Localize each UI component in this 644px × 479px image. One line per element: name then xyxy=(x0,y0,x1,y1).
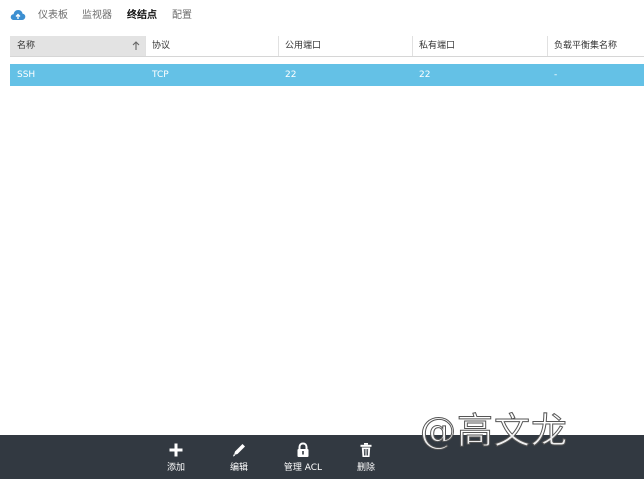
cell-private-port: 22 xyxy=(419,70,431,80)
column-header-private-port[interactable]: 私有端口 xyxy=(412,36,547,56)
endpoints-table-header: 名称 协议 公用端口 私有端口 负载平衡集名称 xyxy=(10,36,644,57)
column-header-load-balanced-set[interactable]: 负载平衡集名称 xyxy=(547,36,644,56)
tab-configure[interactable]: 配置 xyxy=(172,9,192,23)
lock-icon xyxy=(297,442,309,457)
plus-icon xyxy=(169,443,183,457)
delete-button[interactable]: 删除 xyxy=(346,435,386,479)
tab-dashboard[interactable]: 仪表板 xyxy=(38,9,68,23)
manage-acl-button-label: 管理 ACL xyxy=(283,463,323,473)
top-navigation: 仪表板 监视器 终结点 配置 xyxy=(0,0,644,32)
add-button[interactable]: 添加 xyxy=(156,435,196,479)
edit-button-label: 编辑 xyxy=(229,463,249,473)
portal-window: 仪表板 监视器 终结点 配置 名称 协议 公用端口 私有端口 负载平衡集名称 S… xyxy=(0,0,644,479)
watermark-text: @高文龙 xyxy=(419,411,569,453)
cloud-icon[interactable] xyxy=(10,8,26,22)
manage-acl-button[interactable]: 管理 ACL xyxy=(278,435,328,479)
column-header-public-port[interactable]: 公用端口 xyxy=(278,36,412,56)
column-header-protocol[interactable]: 协议 xyxy=(145,36,278,56)
pencil-icon xyxy=(233,444,245,457)
column-header-name-label: 名称 xyxy=(17,41,36,51)
cell-public-port: 22 xyxy=(285,70,297,80)
cell-protocol: TCP xyxy=(152,70,169,80)
column-header-name[interactable]: 名称 xyxy=(10,36,145,56)
table-row[interactable]: SSH TCP 22 22 - xyxy=(10,64,644,86)
cell-name: SSH xyxy=(17,70,36,80)
cell-load-balanced-set: - xyxy=(554,70,558,80)
delete-button-label: 删除 xyxy=(356,463,376,473)
tab-monitor[interactable]: 监视器 xyxy=(82,9,112,23)
tab-endpoints[interactable]: 终结点 xyxy=(127,9,157,23)
trash-icon xyxy=(360,443,372,457)
edit-button[interactable]: 编辑 xyxy=(219,435,259,479)
add-button-label: 添加 xyxy=(166,463,186,473)
arrow-up-icon xyxy=(132,41,140,50)
